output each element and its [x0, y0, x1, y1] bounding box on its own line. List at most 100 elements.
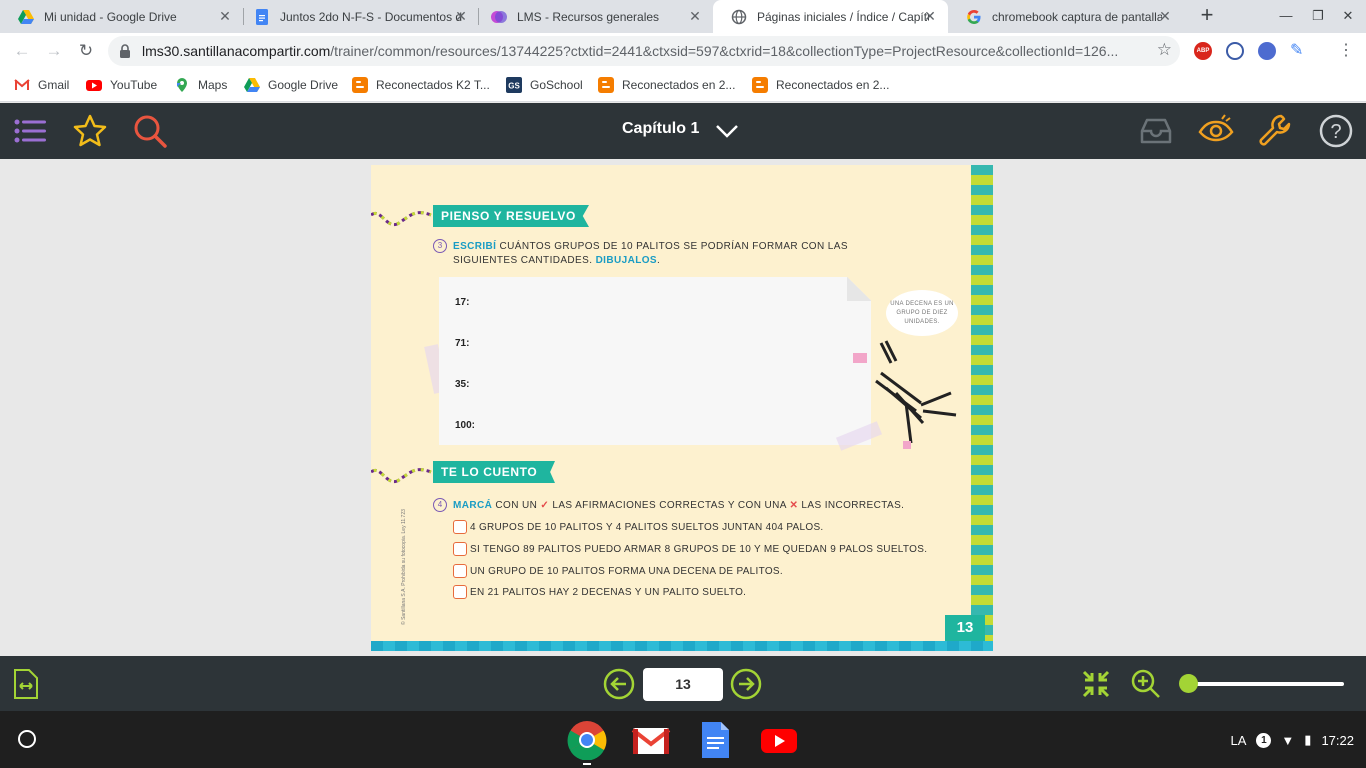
menu-kebab-icon[interactable]: ⋮ — [1338, 40, 1354, 60]
section-title-pienso: PIENSO Y RESUELVO — [433, 205, 589, 227]
page-fold — [847, 277, 871, 301]
launcher-icon[interactable] — [18, 730, 36, 748]
book-page: PIENSO Y RESUELVO 3 ESCRIBÍ CUÁNTOS GRUP… — [371, 165, 993, 651]
minimize-icon[interactable]: — — [1276, 6, 1296, 26]
quantity-label: 100: — [455, 420, 476, 431]
answer-card: 17: 71: 35: 100: — [439, 277, 871, 445]
running-indicator — [583, 763, 591, 765]
address-bar[interactable]: lms30.santillanacompartir.com/trainer/co… — [108, 36, 1180, 66]
input-method[interactable]: LA — [1231, 733, 1247, 748]
statement-option[interactable]: SI TENGO 89 PALITOS PUEDO ARMAR 8 GRUPOS… — [453, 542, 927, 556]
bookmark-maps[interactable]: Maps — [174, 77, 227, 93]
statement-option[interactable]: 4 GRUPOS DE 10 PALITOS Y 4 PALITOS SUELT… — [453, 520, 824, 534]
star-favorites-icon[interactable] — [72, 113, 108, 149]
back-icon[interactable]: ← — [10, 39, 34, 63]
lock-icon[interactable] — [119, 44, 131, 58]
statement-text: SI TENGO 89 PALITOS PUEDO ARMAR 8 GRUPOS… — [470, 543, 928, 555]
google-icon — [967, 9, 981, 24]
bookmark-reconectados-2a[interactable]: Reconectados en 2... — [598, 77, 735, 93]
extension-feather-icon[interactable]: ✎ — [1290, 42, 1308, 60]
bookmark-label: Reconectados K2 T... — [376, 78, 490, 92]
instruction-verb: MARCÁ — [453, 500, 493, 511]
bookmark-youtube[interactable]: YouTube — [86, 77, 157, 93]
statement-text: UN GRUPO DE 10 PALITOS FORMA UNA DECENA … — [470, 565, 783, 577]
close-icon[interactable]: ✕ — [1157, 8, 1173, 24]
extension-grid-icon[interactable] — [1258, 42, 1276, 60]
fullscreen-exit-icon[interactable] — [1080, 668, 1112, 700]
tab-paginas-iniciales[interactable]: Páginas iniciales / Índice / Capítulo 1 … — [713, 0, 948, 33]
search-icon[interactable] — [132, 113, 168, 149]
notification-badge[interactable]: 1 — [1256, 732, 1272, 748]
next-page-icon[interactable] — [730, 668, 762, 700]
menu-list-icon[interactable] — [12, 113, 48, 149]
bookmark-label: Gmail — [38, 78, 70, 92]
tab-google-docs[interactable]: Juntos 2do N-F-S - Documentos de Google … — [236, 0, 479, 33]
eye-icon[interactable] — [1198, 113, 1234, 149]
restore-icon[interactable]: ❐ — [1308, 6, 1328, 26]
wrench-icon[interactable] — [1258, 113, 1294, 149]
zoom-slider-handle[interactable] — [1179, 674, 1198, 693]
google-docs-icon — [256, 8, 268, 25]
instruction-text: CON UN — [492, 500, 541, 511]
google-drive-icon — [244, 78, 260, 92]
youtube-icon[interactable] — [759, 720, 799, 760]
checkmark-icon: ✓ — [540, 500, 550, 511]
tab-chromebook-captura[interactable]: chromebook captura de pantalla ✕ — [948, 0, 1183, 33]
bookmark-reconectados-2b[interactable]: Reconectados en 2... — [752, 77, 889, 93]
bookmark-google-drive[interactable]: Google Drive — [244, 77, 338, 93]
fit-page-icon[interactable] — [10, 668, 42, 700]
previous-page-icon[interactable] — [603, 668, 635, 700]
url-text[interactable]: lms30.santillanacompartir.com/trainer/co… — [142, 43, 1142, 59]
statement-option[interactable]: EN 21 PALITOS HAY 2 DECENAS Y UN PALITO … — [453, 585, 746, 599]
clock[interactable]: 17:22 — [1321, 733, 1354, 748]
tab-title: Mi unidad - Google Drive — [44, 9, 177, 24]
tab-lms[interactable]: LMS - Recursos generales ✕ — [473, 0, 713, 33]
wifi-icon: ▼ — [1281, 732, 1295, 748]
statement-option[interactable]: UN GRUPO DE 10 PALITOS FORMA UNA DECENA … — [453, 564, 783, 578]
chrome-icon[interactable] — [567, 720, 607, 760]
system-tray[interactable]: LA 1 ▼ ▮ 17:22 — [1231, 732, 1354, 748]
new-tab-button[interactable]: + — [1195, 4, 1219, 28]
exercise-4-instruction: MARCÁ CON UN ✓ LAS AFIRMACIONES CORRECTA… — [453, 499, 913, 513]
tab-strip: Mi unidad - Google Drive ✕ Juntos 2do N-… — [0, 0, 1366, 33]
bookmark-reconectados-k2[interactable]: Reconectados K2 T... — [352, 77, 490, 93]
adblock-plus-icon[interactable]: ABP — [1194, 42, 1212, 60]
zoom-in-icon[interactable] — [1130, 668, 1162, 700]
inbox-tray-icon[interactable] — [1138, 113, 1174, 149]
tab-google-drive[interactable]: Mi unidad - Google Drive ✕ — [0, 0, 243, 33]
google-docs-icon[interactable] — [695, 720, 735, 760]
close-window-icon[interactable]: ✕ — [1338, 6, 1358, 26]
gmail-icon — [14, 79, 30, 90]
bookmark-gmail[interactable]: Gmail — [14, 77, 69, 93]
chapter-title[interactable]: Capítulo 1 — [622, 120, 699, 138]
zoom-slider-track[interactable] — [1188, 682, 1344, 686]
checkbox[interactable] — [453, 542, 467, 556]
url-path: /trainer/common/resources/13744225?ctxti… — [330, 43, 1119, 59]
block-icon[interactable] — [1226, 42, 1244, 60]
chevron-down-icon[interactable] — [715, 123, 739, 139]
bookmark-label: Reconectados en 2... — [622, 78, 736, 92]
checkbox[interactable] — [453, 585, 467, 599]
speech-bubble: UNA DECENA ES UN GRUPO DE DIEZ UNIDADES. — [886, 290, 958, 336]
section-title-te-lo-cuento: TE LO CUENTO — [433, 461, 555, 483]
bookmark-star-icon[interactable]: ☆ — [1157, 40, 1172, 60]
reload-icon[interactable]: ↻ — [74, 39, 98, 63]
reader-header: Capítulo 1 ? — [0, 103, 1366, 159]
close-icon[interactable]: ✕ — [687, 8, 703, 24]
url-host: lms30.santillanacompartir.com — [142, 43, 331, 59]
instruction-verb: DIBUJALOS — [595, 255, 657, 266]
checkbox[interactable] — [453, 564, 467, 578]
close-icon[interactable]: ✕ — [217, 8, 233, 24]
close-icon[interactable]: ✕ — [922, 8, 938, 24]
gmail-icon[interactable] — [631, 720, 671, 760]
forward-icon[interactable]: → — [42, 39, 66, 63]
copyright-notice: © Santillana S.A. Prohibida su fotocopia… — [401, 509, 407, 625]
quantity-label: 35: — [455, 379, 470, 390]
blogger-icon — [752, 77, 768, 93]
bookmark-goschool[interactable]: GS GoSchool — [506, 77, 583, 93]
instruction-text: LAS AFIRMACIONES CORRECTAS Y CON UNA — [549, 500, 790, 511]
page-number-input[interactable]: 13 — [643, 668, 723, 701]
close-icon[interactable]: ✕ — [453, 8, 469, 24]
checkbox[interactable] — [453, 520, 467, 534]
help-icon[interactable]: ? — [1318, 113, 1354, 149]
